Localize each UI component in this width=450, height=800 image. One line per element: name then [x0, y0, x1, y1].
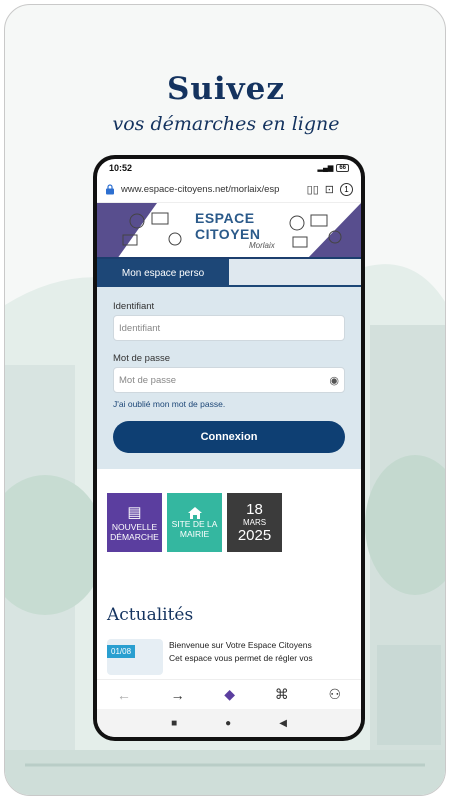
news-headline: Bienvenue sur Votre Espace Citoyens — [169, 640, 312, 650]
gamepad-icon[interactable]: ⌘ — [275, 686, 289, 703]
date-month: MARS — [242, 518, 267, 527]
news-body: Bienvenue sur Votre Espace Citoyens Cet … — [169, 639, 313, 675]
date-day: 18 — [246, 501, 263, 518]
url-text[interactable]: www.espace-citoyens.net/morlaix/esp — [121, 184, 301, 195]
tile-site-mairie[interactable]: Site de la mairie — [167, 493, 222, 552]
banner-title-line2: CITOYEN — [195, 226, 261, 242]
headline-subtitle: vos démarches en ligne — [112, 113, 340, 135]
news-section-title: Actualités — [107, 605, 194, 625]
quick-tiles: ▤ Nouvelle démarche Site de la mairie 18… — [107, 493, 282, 552]
password-field[interactable]: Mot de passe ◉ — [113, 367, 345, 393]
news-snippet: Cet espace vous permet de régler vos — [169, 652, 313, 663]
identifiant-field[interactable]: Identifiant — [113, 315, 345, 341]
tab-mon-espace-perso[interactable]: Mon espace perso — [97, 259, 229, 287]
connexion-button[interactable]: Connexion — [113, 421, 345, 453]
phone-mockup: 10:52 ▂▄▆ 66 www.espace-citoyens.net/mor… — [93, 155, 365, 741]
status-time: 10:52 — [109, 163, 133, 173]
browser-logo-icon[interactable]: ◆ — [224, 686, 235, 703]
battery-icon: 66 — [336, 164, 349, 172]
password-placeholder: Mot de passe — [119, 374, 177, 386]
home-icon — [187, 506, 202, 519]
status-bar: 10:52 ▂▄▆ 66 — [97, 159, 361, 177]
tile-nouvelle-demarche[interactable]: ▤ Nouvelle démarche — [107, 493, 162, 552]
tile-label: Nouvelle démarche — [110, 521, 159, 542]
browser-url-bar[interactable]: www.espace-citoyens.net/morlaix/esp ▯▯ ⊡… — [97, 177, 361, 203]
tile-date: 18 MARS 2025 — [227, 493, 282, 552]
tab-count-button[interactable]: 1 — [340, 183, 353, 196]
promo-card: Suivez vos démarches en ligne 10:52 ▂▄▆ … — [4, 4, 446, 796]
system-nav-bar: ■ ● ◀ — [97, 709, 361, 737]
news-date-badge: 01/08 — [107, 645, 136, 658]
home-circle-icon[interactable]: ● — [225, 718, 231, 729]
back-triangle-icon[interactable]: ◀ — [279, 718, 287, 729]
profile-icon[interactable]: ⚇ — [329, 686, 342, 703]
briefcase-icon[interactable]: ⊡ — [325, 183, 334, 196]
identifiant-label: Identifiant — [113, 301, 155, 312]
lock-icon — [106, 184, 114, 195]
status-icons: ▂▄▆ 66 — [318, 164, 349, 172]
date-year: 2025 — [237, 527, 272, 544]
site-banner: ESPACE CITOYEN Morlaix — [97, 203, 361, 259]
tile-label: Site de la mairie — [171, 518, 218, 539]
banner-title-line1: ESPACE — [195, 210, 255, 226]
news-item[interactable]: 01/08 Bienvenue sur Votre Espace Citoyen… — [107, 639, 351, 675]
reader-mode-icon[interactable]: ▯▯ — [307, 183, 319, 196]
eye-icon[interactable]: ◉ — [329, 374, 339, 387]
headline-title: Suivez — [166, 71, 286, 107]
signal-icon: ▂▄▆ — [317, 165, 334, 172]
login-form: Identifiant Identifiant Mot de passe Mot… — [97, 287, 361, 469]
browser-bottom-nav: ← → ◆ ⌘ ⚇ — [97, 679, 361, 709]
banner-title-line3: Morlaix — [249, 241, 275, 250]
password-label: Mot de passe — [113, 353, 171, 364]
forward-arrow-icon[interactable]: → — [171, 687, 185, 703]
phone-screen: 10:52 ▂▄▆ 66 www.espace-citoyens.net/mor… — [97, 159, 361, 737]
tab-row: Mon espace perso — [97, 259, 361, 287]
back-arrow-icon[interactable]: ← — [117, 687, 131, 703]
forgot-password-link[interactable]: J'ai oublié mon mot de passe. — [113, 399, 345, 409]
document-icon: ▤ — [127, 503, 142, 521]
headline: Suivez vos démarches en ligne — [5, 71, 445, 135]
recents-icon[interactable]: ■ — [171, 718, 177, 729]
tab-row-filler — [229, 259, 361, 287]
